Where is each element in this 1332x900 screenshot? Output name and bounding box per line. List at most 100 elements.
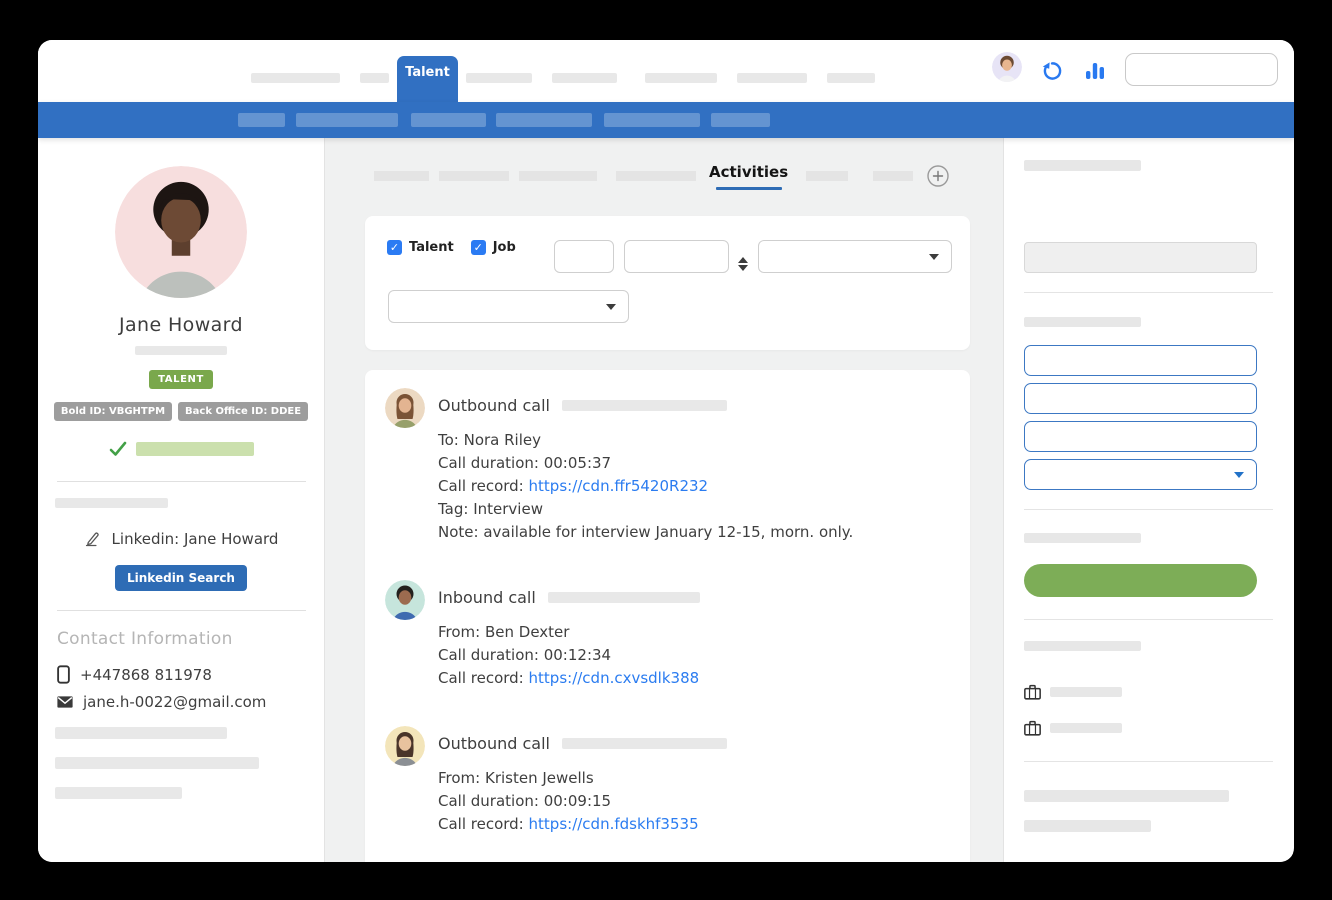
activity-duration: Call duration: 00:09:15 — [438, 793, 727, 809]
linkedin-search-button[interactable]: Linkedin Search — [115, 565, 247, 591]
talent-checkbox-label[interactable]: Talent — [409, 240, 454, 255]
job-row[interactable] — [1024, 720, 1273, 736]
readonly-field[interactable] — [1024, 242, 1257, 273]
activity-record: Call record: https://cdn.cxvsdlk388 — [438, 670, 700, 686]
activity-feed: Outbound call To: Nora Riley Call durati… — [365, 370, 970, 862]
call-record-link[interactable]: https://cdn.fdskhf3535 — [529, 815, 699, 833]
talent-type-badge: TALENT — [149, 370, 213, 389]
placeholder-bar — [548, 592, 700, 603]
activity-item: Outbound call From: Kristen Jewells Call… — [385, 726, 946, 839]
placeholder-bar — [1024, 533, 1141, 543]
filter-type-dropdown[interactable] — [758, 240, 952, 273]
person-silhouette — [992, 52, 1022, 82]
tab-placeholder[interactable] — [439, 171, 509, 181]
briefcase-icon — [1024, 684, 1041, 700]
activity-title: Outbound call — [438, 396, 550, 415]
bar-chart-icon[interactable] — [1083, 59, 1107, 83]
placeholder-bar — [55, 727, 227, 739]
phone-row: +447868 811978 — [57, 665, 212, 684]
profile-name: Jane Howard — [119, 314, 243, 336]
subnav-placeholder[interactable] — [711, 113, 770, 127]
person-silhouette — [385, 726, 425, 766]
main-content: Activities ✓ Talent ✓ Job — [325, 138, 1003, 862]
add-tab-icon[interactable] — [927, 165, 949, 187]
detail-input-2[interactable] — [1024, 383, 1257, 414]
nav-placeholder[interactable] — [737, 73, 807, 83]
placeholder-bar — [55, 757, 259, 769]
nav-placeholder[interactable] — [466, 73, 532, 83]
profile-photo — [115, 166, 247, 298]
job-checkbox[interactable]: ✓ — [471, 240, 486, 255]
subnav-placeholder[interactable] — [238, 113, 285, 127]
job-row[interactable] — [1024, 684, 1273, 700]
checkbox-check: ✓ — [390, 242, 399, 253]
tab-placeholder[interactable] — [519, 171, 597, 181]
activity-from: From: Ben Dexter — [438, 624, 700, 640]
refresh-icon[interactable] — [1040, 58, 1064, 82]
nav-placeholder[interactable] — [645, 73, 717, 83]
placeholder-bar — [562, 400, 727, 411]
user-avatar[interactable] — [992, 52, 1022, 82]
placeholder-bar — [1024, 790, 1229, 802]
placeholder-bar — [1050, 723, 1122, 733]
details-sidebar — [1003, 138, 1293, 862]
caller-avatar — [385, 388, 425, 428]
subnav-placeholder[interactable] — [296, 113, 398, 127]
global-search-input[interactable] — [1125, 53, 1278, 86]
tab-talent-label: Talent — [405, 65, 450, 80]
tab-talent[interactable]: Talent — [397, 56, 458, 102]
activity-duration: Call duration: 00:05:37 — [438, 455, 853, 471]
activity-title: Inbound call — [438, 588, 536, 607]
chevron-down-icon — [929, 254, 939, 260]
detail-input-1[interactable] — [1024, 345, 1257, 376]
detail-dropdown[interactable] — [1024, 459, 1257, 490]
divider — [1024, 509, 1273, 510]
tab-placeholder[interactable] — [873, 171, 913, 181]
chevron-down-icon — [606, 304, 616, 310]
sort-order-icon[interactable] — [738, 257, 748, 271]
submit-button[interactable] — [1024, 564, 1257, 597]
filter-count-input[interactable] — [554, 240, 614, 273]
record-label: Call record: — [438, 477, 524, 495]
tab-activities[interactable]: Activities — [709, 163, 788, 190]
activity-record: Call record: https://cdn.ffr5420R232 — [438, 478, 853, 494]
subnav-placeholder[interactable] — [604, 113, 700, 127]
filter-category-dropdown[interactable] — [388, 290, 629, 323]
phone-icon — [57, 665, 70, 684]
divider — [57, 610, 306, 611]
subnav-placeholder[interactable] — [411, 113, 486, 127]
nav-placeholder[interactable] — [251, 73, 340, 83]
contact-information-heading: Contact Information — [57, 629, 233, 649]
subnav-placeholder[interactable] — [496, 113, 592, 127]
record-label: Call record: — [438, 669, 524, 687]
checkbox-check: ✓ — [474, 242, 483, 253]
nav-placeholder[interactable] — [827, 73, 875, 83]
call-record-link[interactable]: https://cdn.cxvsdlk388 — [529, 669, 700, 687]
filter-value-input[interactable] — [624, 240, 729, 273]
activity-from: From: Kristen Jewells — [438, 770, 727, 786]
email-row: jane.h-0022@gmail.com — [57, 693, 266, 711]
record-label: Call record: — [438, 815, 524, 833]
tab-placeholder[interactable] — [374, 171, 429, 181]
call-record-link[interactable]: https://cdn.ffr5420R232 — [529, 477, 709, 495]
activity-filter-card: ✓ Talent ✓ Job — [365, 216, 970, 350]
tab-placeholder[interactable] — [806, 171, 848, 181]
tab-placeholder[interactable] — [616, 171, 696, 181]
active-tab-underline — [716, 187, 782, 190]
phone-number: +447868 811978 — [80, 666, 212, 684]
edit-icon[interactable] — [84, 531, 101, 548]
nav-placeholder[interactable] — [360, 73, 389, 83]
placeholder-bar — [136, 442, 254, 456]
activity-record: Call record: https://cdn.fdskhf3535 — [438, 816, 727, 832]
activity-tag: Tag: Interview — [438, 501, 853, 517]
talent-checkbox[interactable]: ✓ — [387, 240, 402, 255]
nav-placeholder[interactable] — [552, 73, 617, 83]
detail-input-3[interactable] — [1024, 421, 1257, 452]
activity-item: Inbound call From: Ben Dexter Call durat… — [385, 580, 946, 693]
placeholder-bar — [55, 787, 182, 799]
caller-avatar — [385, 726, 425, 766]
briefcase-icon — [1024, 720, 1041, 736]
activity-item: Outbound call To: Nora Riley Call durati… — [385, 388, 946, 547]
job-checkbox-label[interactable]: Job — [493, 240, 516, 255]
tab-activities-label: Activities — [709, 163, 788, 181]
